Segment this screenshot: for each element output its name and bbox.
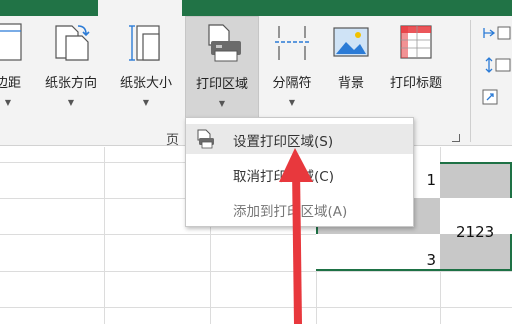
cell-value[interactable]: 3 — [380, 251, 436, 269]
breaks-label: 分隔符 — [272, 76, 312, 91]
title-band — [0, 0, 512, 16]
print-titles-button[interactable]: 打印标题 — [380, 16, 452, 122]
print-titles-label: 打印标题 — [389, 76, 442, 91]
orientation-icon — [55, 25, 90, 61]
dialog-launcher-icon[interactable] — [452, 134, 460, 142]
row-line — [0, 271, 512, 272]
menu-item-set-print-area[interactable]: 设置打印区域(S) — [186, 124, 413, 154]
menu-item-add-to-print-area[interactable]: 添加到打印区域(A) — [186, 194, 413, 224]
paper-size-button[interactable]: 纸张大小 ▼ — [111, 16, 181, 122]
menu-item-label: 取消打印区域(C) — [233, 169, 334, 185]
paper-size-icon — [129, 25, 160, 61]
print-area-menu: 设置打印区域(S) 取消打印区域(C) 添加到打印区域(A) — [185, 117, 414, 227]
height-icon[interactable] — [480, 56, 512, 74]
column-line — [104, 147, 105, 324]
chevron-down-icon: ▼ — [218, 99, 226, 108]
print-area-label: 打印区域 — [195, 77, 248, 92]
width-icon[interactable] — [480, 24, 512, 42]
print-titles-icon — [400, 25, 432, 59]
margins-button[interactable]: 边距 ▼ — [0, 16, 34, 122]
menu-item-label: 添加到打印区域(A) — [233, 204, 348, 220]
chevron-down-icon: ▼ — [4, 98, 12, 107]
chevron-down-icon: ▼ — [142, 98, 150, 107]
orientation-button[interactable]: 纸张方向 ▼ — [36, 16, 106, 122]
print-area-button[interactable]: 打印区域 ▼ — [185, 16, 259, 122]
background-icon — [333, 27, 369, 57]
row-line — [0, 307, 512, 308]
chevron-down-icon: ▼ — [67, 98, 75, 107]
print-area-icon — [208, 24, 241, 62]
orientation-label: 纸张方向 — [44, 76, 97, 91]
paper-size-label: 纸张大小 — [119, 76, 172, 91]
scale-icon[interactable] — [480, 88, 512, 106]
active-tab-page-layout[interactable] — [98, 0, 182, 16]
group-divider — [470, 20, 471, 142]
menu-item-label: 设置打印区域(S) — [233, 134, 334, 150]
margins-icon — [0, 23, 22, 61]
cell-value[interactable]: 2123 — [456, 223, 512, 241]
breaks-icon — [275, 26, 309, 60]
background-button[interactable]: 背景 — [326, 16, 376, 122]
background-label: 背景 — [337, 76, 364, 91]
menu-item-clear-print-area[interactable]: 取消打印区域(C) — [186, 159, 413, 189]
breaks-button[interactable]: 分隔符 ▼ — [262, 16, 322, 122]
chevron-down-icon: ▼ — [288, 98, 296, 107]
group-label-page-setup: 页 — [166, 133, 180, 148]
set-print-area-icon — [197, 129, 214, 149]
margins-label: 边距 — [0, 76, 21, 91]
